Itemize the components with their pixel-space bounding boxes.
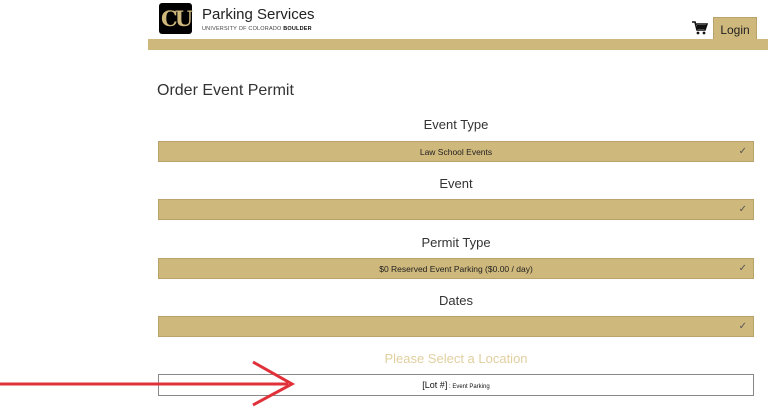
page-title: Order Event Permit (157, 82, 294, 99)
event-type-select[interactable]: Law School Events ✓ (158, 141, 754, 162)
event-label: Event (439, 176, 473, 191)
red-arrow-annotation (0, 360, 296, 407)
brand-sub-bold: BOULDER (283, 26, 312, 32)
permit-type-label: Permit Type (421, 235, 491, 250)
logo-text: CU (160, 6, 193, 31)
cart-icon[interactable] (692, 21, 708, 35)
cu-logo[interactable]: CU (159, 3, 193, 34)
location-value-sub: : Event Parking (447, 384, 490, 390)
brand-subtitle: UNIVERSITY OF COLORADO BOULDER (202, 26, 312, 32)
location-value-main: [Lot #] (422, 380, 448, 390)
dates-select[interactable]: ✓ (158, 316, 754, 337)
check-icon: ✓ (738, 321, 747, 332)
permit-type-select[interactable]: $0 Reserved Event Parking ($0.00 / day) … (158, 258, 754, 279)
event-type-label: Event Type (423, 117, 489, 132)
event-type-value: Law School Events (419, 147, 493, 157)
header-gold-bar (148, 39, 768, 50)
check-icon: ✓ (738, 204, 747, 215)
brand-title: Parking Services (202, 6, 315, 23)
permit-type-value: $0 Reserved Event Parking ($0.00 / day) (379, 264, 533, 274)
dates-label: Dates (439, 293, 473, 308)
check-icon: ✓ (738, 146, 747, 157)
check-icon: ✓ (738, 263, 747, 274)
brand-sub-prefix: UNIVERSITY OF COLORADO (202, 26, 284, 32)
event-select[interactable]: ✓ (158, 199, 754, 220)
